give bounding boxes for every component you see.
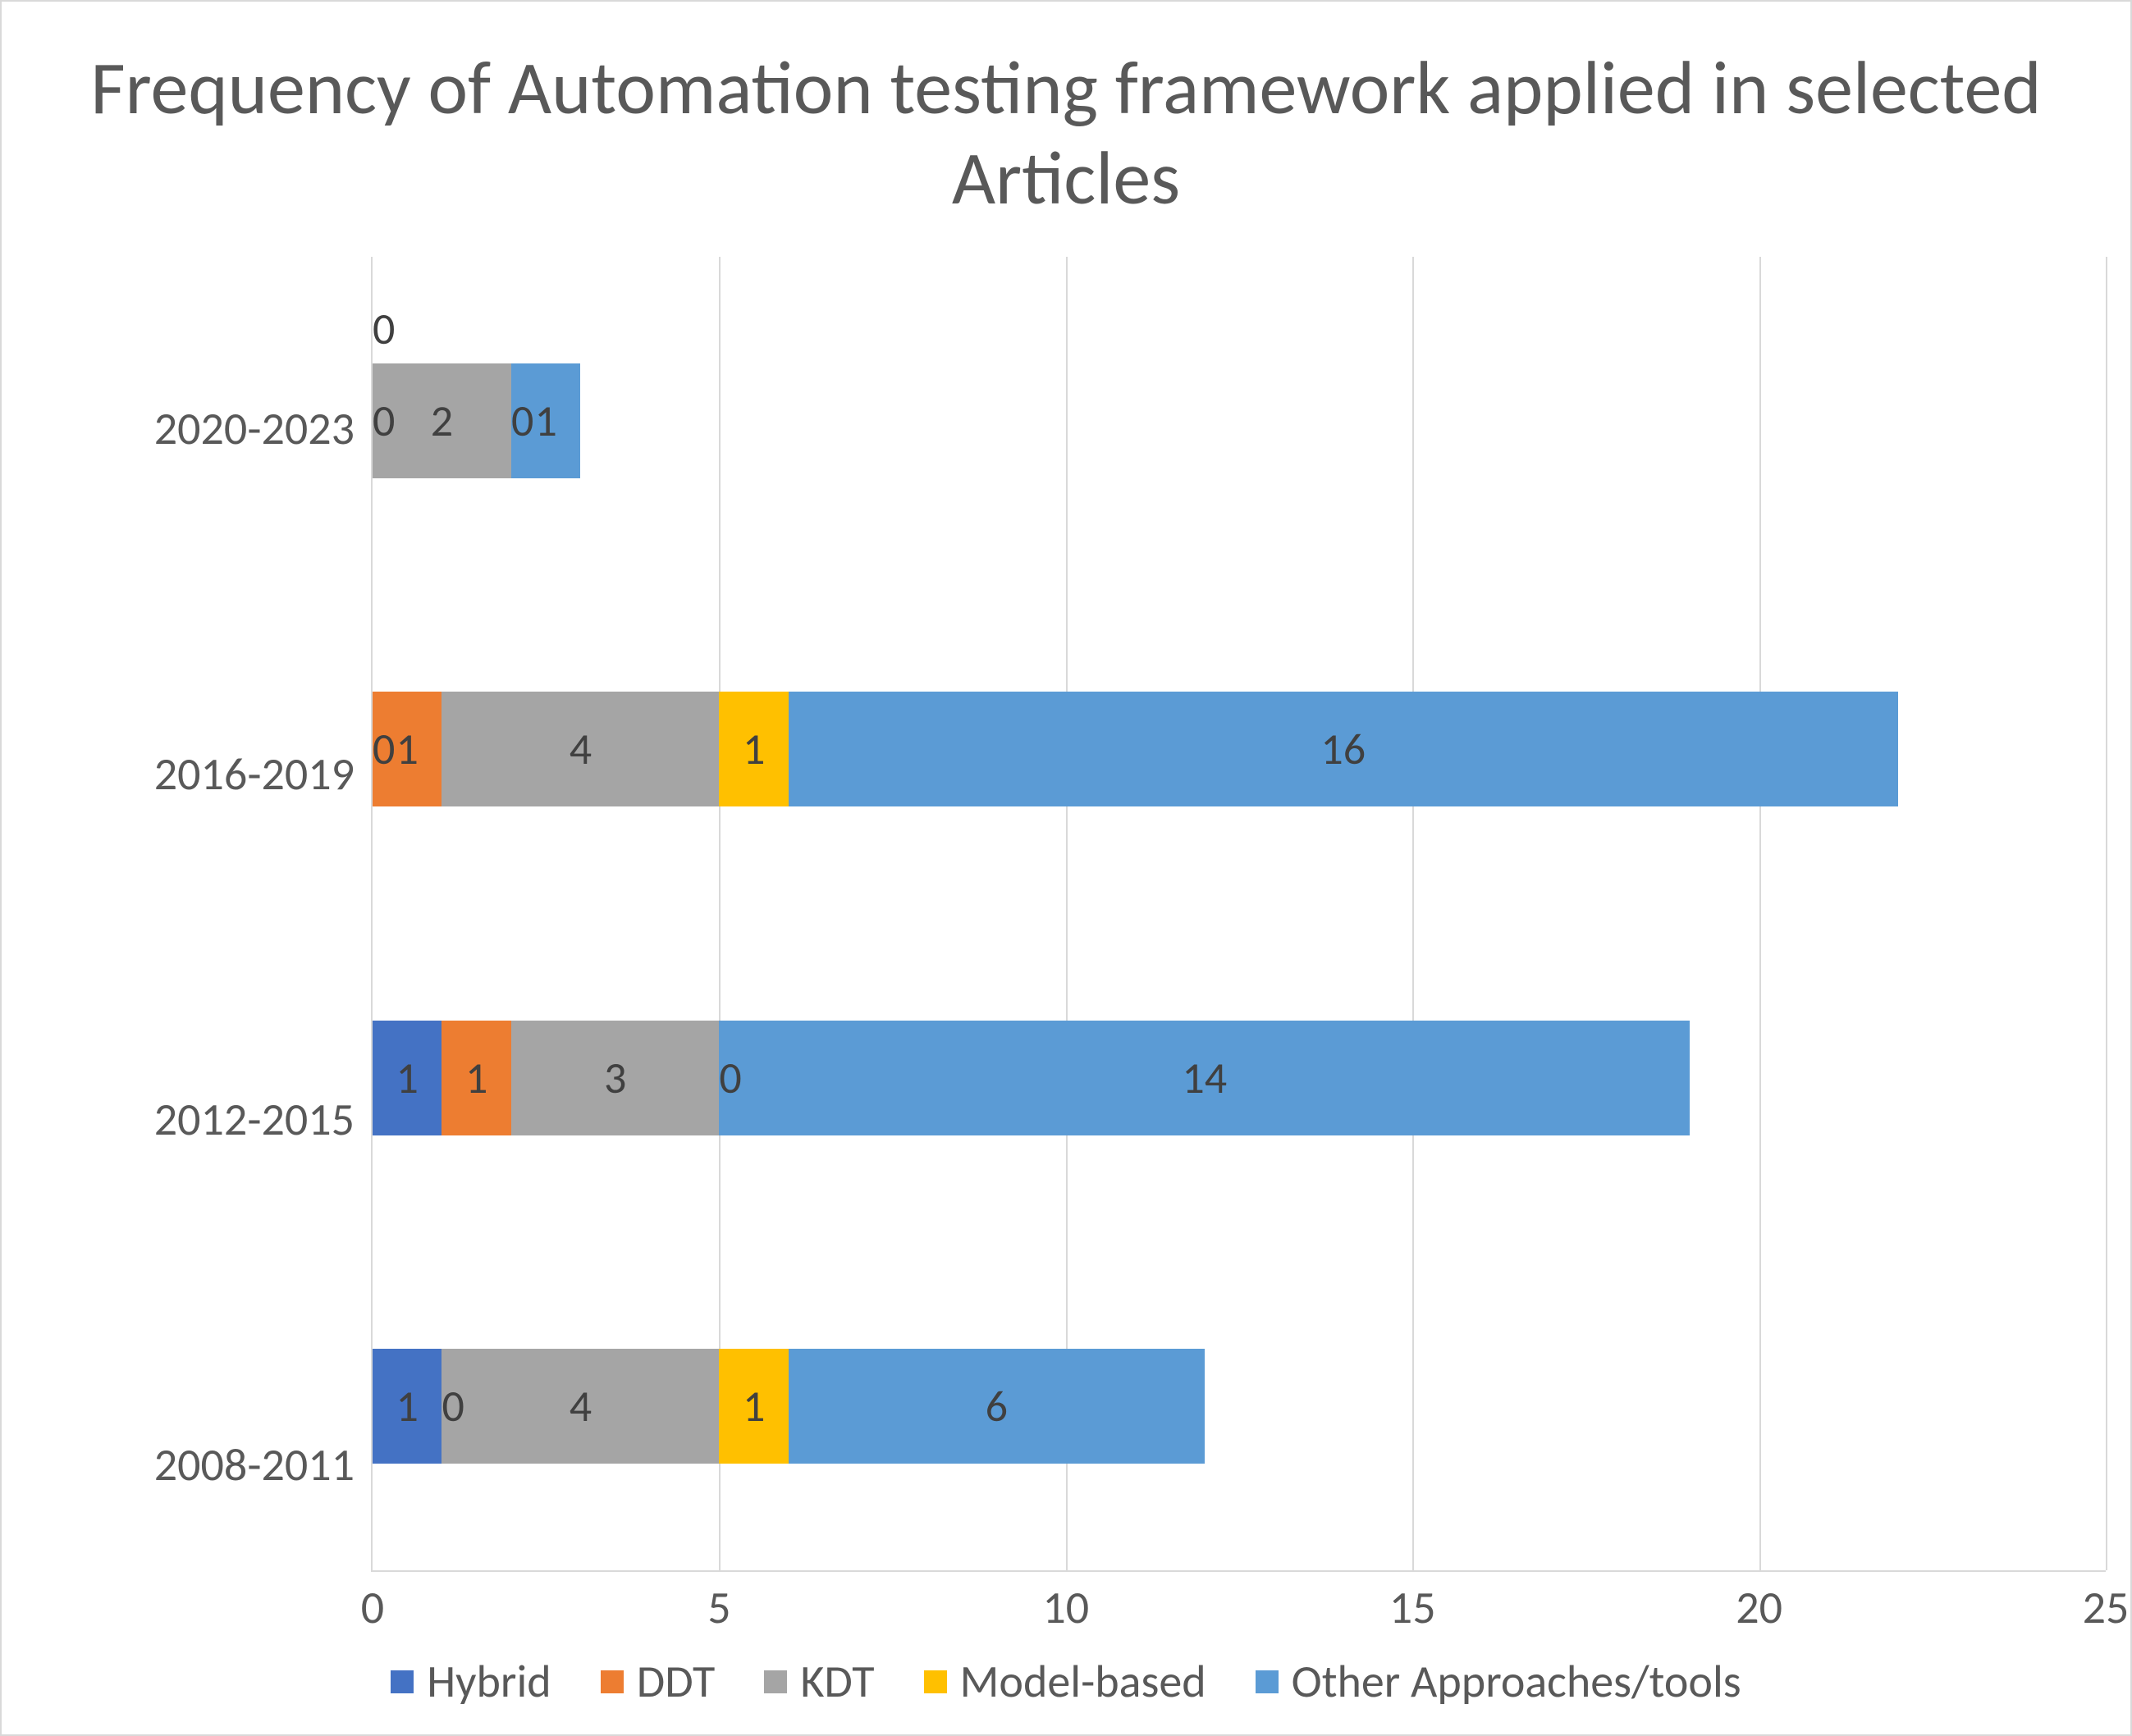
bar-row: 21	[373, 363, 2106, 478]
legend-swatch	[601, 1670, 624, 1693]
bar-segment: 1	[441, 1021, 510, 1135]
x-tick-label: 0	[361, 1580, 384, 1636]
x-axis-labels: 0510152025	[373, 1580, 2106, 1629]
bar-zero-label: 0	[719, 1051, 741, 1105]
bar-segment: 14	[719, 1021, 1690, 1135]
bar-segment-label: 14	[1182, 1051, 1227, 1105]
plot-area: 0510152025 1416011314014116021000	[371, 257, 2106, 1572]
bar-segment: 4	[441, 1349, 719, 1464]
legend-item: Other Approaches/tools	[1256, 1654, 1741, 1710]
bar-segment: 1	[373, 1349, 441, 1464]
bar-segment-label: 1	[396, 1051, 419, 1105]
bar-segment: 3	[511, 1021, 719, 1135]
bar-segment: 4	[441, 692, 719, 806]
y-tick-label: 2020-2023	[154, 401, 355, 457]
legend-item: Model-based	[924, 1654, 1206, 1710]
bar-segment: 6	[789, 1349, 1205, 1464]
legend-swatch	[391, 1670, 414, 1693]
bar-segment-label: 16	[1320, 722, 1366, 776]
chart-container: Frequency of Automation testing framewor…	[0, 0, 2132, 1736]
x-tick-label: 5	[707, 1580, 730, 1636]
legend-swatch	[764, 1670, 787, 1693]
legend-item: DDT	[601, 1654, 716, 1710]
bar-zero-label: 0	[373, 302, 395, 356]
bar-zero-label: 0	[441, 1379, 464, 1433]
plot-wrap: 2008-20112012-20152016-20192020-2023 051…	[26, 257, 2106, 1638]
bar-segment-label: 1	[743, 1379, 765, 1433]
gridline	[2106, 257, 2107, 1570]
bar-zero-label: 0	[511, 394, 533, 448]
legend-item: KDT	[764, 1654, 874, 1710]
bar-segment-label: 2	[431, 394, 453, 448]
bar-zero-label: 0	[373, 722, 395, 776]
legend: Hybrid DDT KDT Model-based Other Approaches/…	[26, 1638, 2106, 1718]
bar-segment: 1	[373, 1021, 441, 1135]
bar-segment-label: 1	[743, 722, 765, 776]
x-tick-label: 15	[1389, 1580, 1436, 1636]
bar-zero-label: 0	[373, 394, 395, 448]
bar-row: 1 4 1 6	[373, 1349, 2106, 1464]
bar-segment-label: 6	[986, 1379, 1008, 1433]
chart-title: Frequency of Automation testing framewor…	[59, 43, 2073, 224]
bar-segment-label: 4	[570, 722, 592, 776]
bar-segment: 1	[719, 1349, 788, 1464]
bar-segment: 1	[719, 692, 788, 806]
bar-row: 11 3 14	[373, 1021, 2106, 1135]
y-tick-label: 2016-2019	[154, 747, 355, 802]
bar-segment-label: 1	[396, 722, 419, 776]
bar-row: 1 4 1 16	[373, 692, 2106, 806]
x-tick-label: 10	[1042, 1580, 1089, 1636]
bar-segment: 16	[789, 692, 1898, 806]
y-tick-label: 2012-2015	[154, 1092, 355, 1148]
bar-segment-label: 1	[535, 394, 557, 448]
legend-label: DDT	[637, 1654, 716, 1710]
y-axis-labels: 2008-2011 2012-2015 2016-2019 2020-2023	[26, 257, 371, 1638]
bar-segment-label: 4	[570, 1379, 592, 1433]
legend-item: Hybrid	[391, 1654, 551, 1710]
legend-label: KDT	[800, 1654, 874, 1710]
legend-swatch	[924, 1670, 947, 1693]
y-tick-label: 2008-2011	[154, 1437, 355, 1493]
x-tick-label: 25	[2083, 1580, 2130, 1636]
bar-segment-label: 1	[465, 1051, 487, 1105]
legend-label: Hybrid	[427, 1654, 551, 1710]
legend-swatch	[1256, 1670, 1279, 1693]
legend-label: Model-based	[960, 1654, 1206, 1710]
bar-segment-label: 3	[604, 1051, 626, 1105]
legend-label: Other Approaches/tools	[1292, 1654, 1741, 1710]
bar-segment-label: 1	[396, 1379, 419, 1433]
x-tick-label: 20	[1736, 1580, 1782, 1636]
